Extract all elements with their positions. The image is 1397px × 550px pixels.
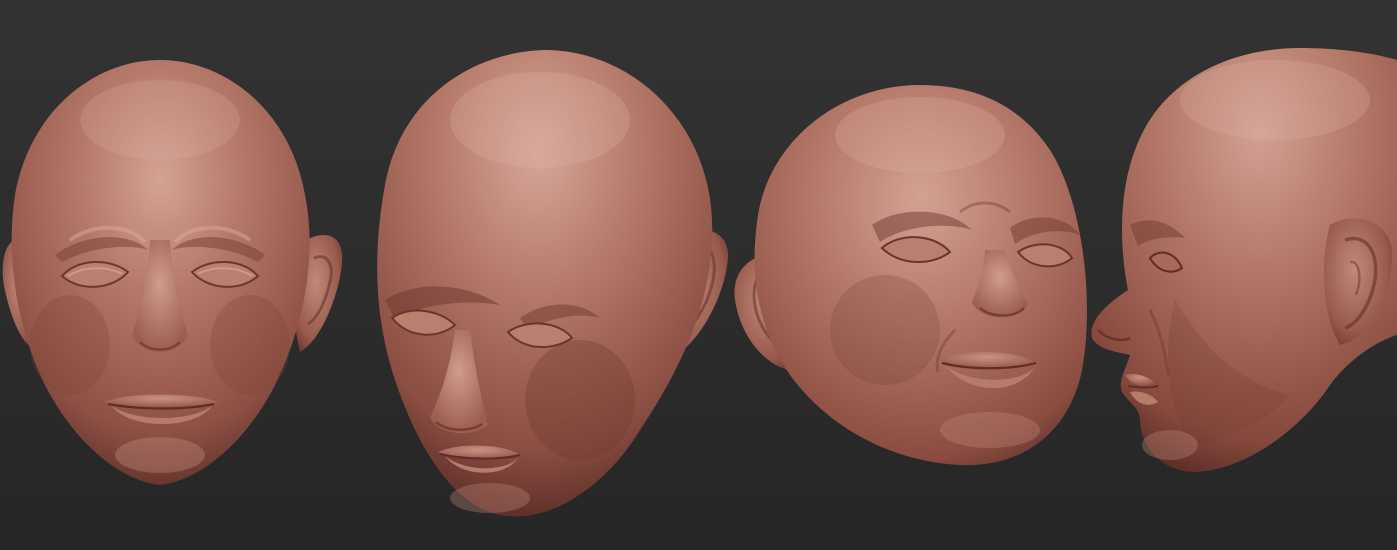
sculpt-viewport — [0, 0, 1397, 550]
viewport-render — [0, 0, 1397, 550]
